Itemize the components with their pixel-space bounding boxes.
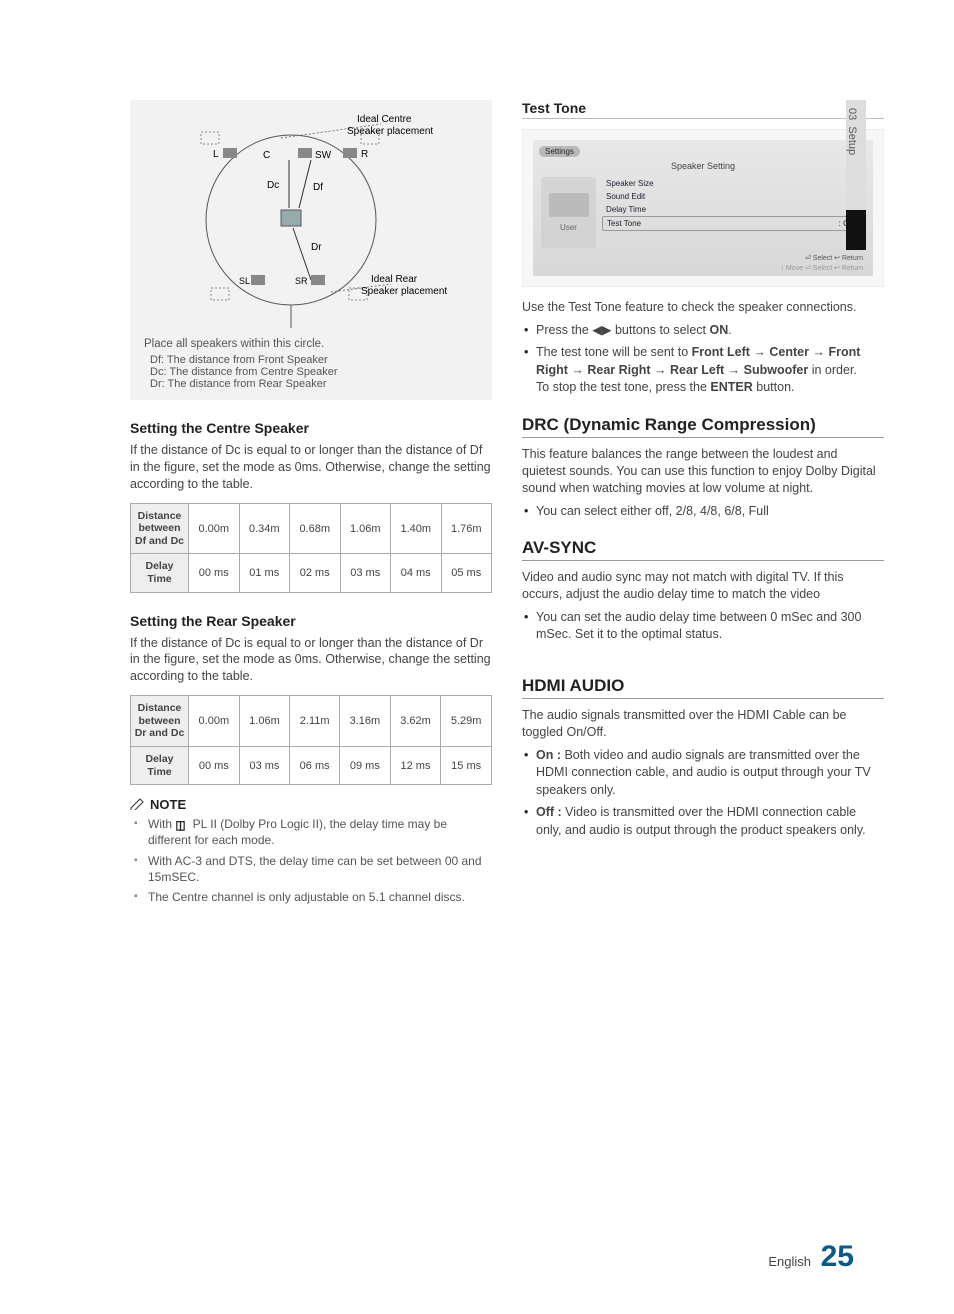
svg-text:SL: SL [239, 276, 250, 286]
hdmi-on: On : Both video and audio signals are tr… [536, 747, 884, 800]
def-dc: Dc: The distance from Centre Speaker [150, 366, 482, 378]
hdmi-off: Off : Video is transmitted over the HDMI… [536, 804, 884, 839]
table-cell: 3.62m [390, 696, 441, 747]
note-item: With AC-3 and DTS, the delay time can be… [148, 853, 492, 885]
table-cell: 15 ms [441, 747, 492, 785]
table-cell: 03 ms [340, 554, 391, 592]
osd-crumb: Settings [539, 146, 580, 157]
table-cell: 12 ms [390, 747, 441, 785]
table-cell: 04 ms [391, 554, 442, 592]
table-cell: 0.34m [239, 503, 290, 554]
note-list: With PL II (Dolby Pro Logic II), the del… [130, 816, 492, 905]
table-cell: 5.29m [441, 696, 492, 747]
osd-left-panel: User [541, 177, 596, 248]
speaker-diagram-box: L R C SW Dc Df Dr SL SR Ideal Centre Sp [130, 100, 492, 400]
page-number: 25 [821, 1240, 854, 1273]
svg-text:SR: SR [295, 276, 308, 286]
table-cell: 00 ms [189, 747, 240, 785]
svg-text:Df: Df [313, 182, 323, 193]
table-cell: 03 ms [239, 747, 290, 785]
svg-text:R: R [361, 149, 368, 160]
table-cell: 02 ms [290, 554, 341, 592]
def-dr: Dr: The distance from Rear Speaker [150, 378, 482, 390]
table-cell: 06 ms [290, 747, 340, 785]
svg-text:SW: SW [315, 150, 332, 161]
osd-row-selected: Test Tone : On ▸ [602, 216, 865, 231]
test-tone-heading: Test Tone [522, 100, 884, 119]
rear-intro: If the distance of Dc is equal to or lon… [130, 635, 492, 686]
def-df: Df: The distance from Front Speaker [150, 354, 482, 366]
table-cell: 1.76m [441, 503, 492, 554]
chapter-tab: 03 Setup [846, 100, 866, 210]
centre-heading: Setting the Centre Speaker [130, 420, 492, 436]
table-cell: 0.68m [290, 503, 341, 554]
drc-b1: You can select either off, 2/8, 4/8, 6/8… [536, 503, 884, 521]
diagram-caption: Place all speakers within this circle. [144, 338, 482, 350]
table-cell: 3.16m [340, 696, 391, 747]
table-cell: 01 ms [239, 554, 290, 592]
note-heading: NOTE [130, 797, 492, 812]
rear-dist-label: Distance between Dr and Dc [131, 696, 189, 747]
avsync-heading: AV-SYNC [522, 538, 884, 561]
centre-delay-label: Delay Time [131, 554, 189, 592]
svg-text:L: L [213, 149, 219, 160]
centre-dist-label: Distance between Df and Dc [131, 503, 189, 554]
table-cell: 2.11m [290, 696, 340, 747]
table-cell: 0.00m [189, 503, 240, 554]
dolby-icon [175, 817, 189, 827]
avsync-b1: You can set the audio delay time between… [536, 609, 884, 644]
table-cell: 0.00m [189, 696, 240, 747]
osd-row: Speaker Size [602, 177, 865, 190]
avsync-p1: Video and audio sync may not match with … [522, 569, 884, 603]
rear-heading: Setting the Rear Speaker [130, 613, 492, 629]
speaker-placement-diagram: L R C SW Dc Df Dr SL SR Ideal Centre Sp [161, 110, 461, 330]
drc-p1: This feature balances the range between … [522, 446, 884, 497]
note-item: With PL II (Dolby Pro Logic II), the del… [148, 816, 492, 848]
table-cell: 1.06m [340, 503, 391, 554]
ideal-rear-label: Ideal Rear [371, 274, 418, 285]
osd-screenshot: Settings Speaker Setting User Speaker Si… [522, 129, 884, 287]
test-tone-b1: Press the ◀▶ buttons to select ON. [536, 322, 884, 340]
speaker-layout-icon [549, 193, 589, 217]
footer-lang: English [768, 1254, 811, 1269]
table-cell: 05 ms [441, 554, 492, 592]
hdmi-p1: The audio signals transmitted over the H… [522, 707, 884, 741]
svg-text:Dr: Dr [311, 242, 322, 253]
table-cell: 00 ms [189, 554, 240, 592]
hdmi-heading: HDMI AUDIO [522, 676, 884, 699]
svg-text:Speaker placement: Speaker placement [361, 286, 447, 297]
osd-title: Speaker Setting [537, 159, 869, 173]
osd-user-label: User [543, 223, 594, 232]
svg-text:Speaker placement: Speaker placement [347, 126, 433, 137]
note-item: The Centre channel is only adjustable on… [148, 889, 492, 905]
chapter-tab-active [846, 210, 866, 250]
page-footer: English 25 [768, 1240, 854, 1274]
test-tone-b2: The test tone will be sent to Front Left… [536, 344, 884, 397]
osd-foot2: ↕ Move ⏎ Select ↩ Return [537, 262, 869, 272]
svg-text:C: C [263, 150, 270, 161]
centre-delay-table: Distance between Df and Dc 0.00m 0.34m 0… [130, 503, 492, 593]
svg-text:Dc: Dc [267, 180, 279, 191]
rear-delay-table: Distance between Dr and Dc 0.00m 1.06m 2… [130, 695, 492, 785]
test-tone-p1: Use the Test Tone feature to check the s… [522, 299, 884, 316]
drc-heading: DRC (Dynamic Range Compression) [522, 415, 884, 438]
osd-foot1: ⏎ Select ↩ Return [537, 252, 869, 262]
chapter-num: 03 [846, 108, 858, 120]
pencil-icon [130, 798, 146, 810]
table-cell: 1.06m [239, 696, 290, 747]
osd-row: Delay Time [602, 203, 865, 216]
table-cell: 09 ms [340, 747, 391, 785]
rear-delay-label: Delay Time [131, 747, 189, 785]
centre-intro: If the distance of Dc is equal to or lon… [130, 442, 492, 493]
osd-row: Sound Edit [602, 190, 865, 203]
table-cell: 1.40m [391, 503, 442, 554]
chapter-title: Setup [846, 126, 858, 155]
note-label: NOTE [150, 797, 186, 812]
ideal-centre-label: Ideal Centre [357, 114, 412, 125]
